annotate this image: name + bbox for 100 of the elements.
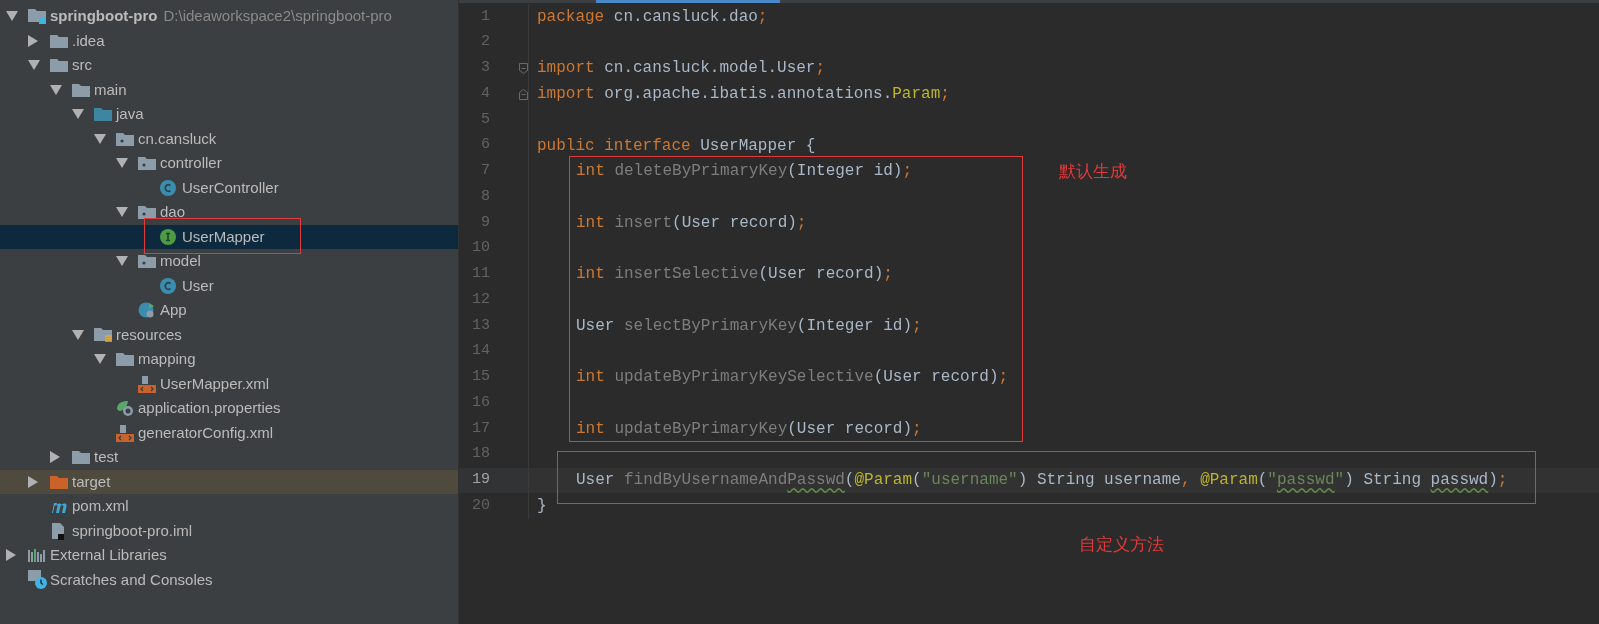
expanded-arrow-icon[interactable] — [116, 158, 128, 169]
selected-tree-row[interactable]: UserMapper — [0, 224, 458, 249]
line-number: 18 — [471, 444, 490, 465]
fold-marker-icon[interactable] — [518, 62, 528, 74]
tree-row[interactable]: cn.cansluck — [0, 126, 458, 151]
tree-item-label: springboot-pro.iml — [72, 520, 193, 541]
expanded-arrow-icon[interactable] — [94, 354, 106, 365]
code-line: User selectByPrimaryKey(Integer id); — [576, 315, 922, 337]
file-icon — [116, 423, 134, 442]
line-number: 12 — [471, 289, 490, 310]
package-icon — [138, 254, 156, 269]
folder-icon — [50, 33, 68, 48]
tree-item-label: cn.cansluck — [138, 128, 217, 149]
tree-row[interactable]: controller — [0, 151, 458, 176]
line-number: 19 — [471, 470, 490, 491]
tree-row[interactable]: pom.xml — [0, 494, 458, 519]
tree-row[interactable]: main — [0, 77, 458, 102]
tree-row[interactable]: test — [0, 445, 458, 470]
tree-row[interactable]: springboot-pro D:\ideaworkspace2\springboot-pro — [0, 4, 458, 29]
line-number: 4 — [480, 83, 490, 104]
tree-row[interactable]: UserMapper.xml — [0, 371, 458, 396]
tree-item-label: Scratches and Consoles — [50, 569, 213, 590]
annotation-label: 默认生成 — [1059, 160, 1127, 183]
line-number: 13 — [471, 315, 490, 336]
code-line: package cn.cansluck.dao; — [537, 6, 768, 28]
tree-row[interactable]: application.properties — [0, 396, 458, 421]
tree-item-label: target — [72, 471, 111, 492]
folder-icon — [94, 107, 112, 122]
expanded-arrow-icon[interactable] — [94, 133, 106, 144]
leaf-icon — [116, 399, 134, 418]
tree-row[interactable]: src — [0, 53, 458, 78]
folder-icon — [50, 58, 68, 73]
tree-item-label: application.properties — [138, 398, 281, 418]
class-icon — [160, 277, 176, 294]
expanded-arrow-icon[interactable] — [6, 11, 18, 22]
expanded-arrow-icon[interactable] — [116, 256, 128, 267]
tree-row[interactable]: External Libraries — [0, 543, 458, 568]
line-number: 5 — [480, 109, 490, 130]
folder-icon — [116, 352, 134, 367]
fold-marker-icon[interactable] — [518, 88, 528, 100]
class-icon — [138, 301, 156, 320]
line-number: 14 — [471, 341, 490, 362]
tree-row[interactable]: .idea — [0, 28, 458, 53]
tree-item-label: .idea — [72, 30, 105, 51]
expanded-arrow-icon[interactable] — [72, 109, 84, 120]
code-line: User findByUsernameAndPasswd(@Param("username") String username, @Param("passwd") String passwd); — [576, 470, 1508, 492]
package-icon — [116, 131, 134, 146]
tree-row[interactable]: springboot-pro.iml — [0, 518, 458, 543]
collapsed-arrow-icon[interactable] — [6, 549, 16, 562]
tree-row[interactable]: UserController — [0, 175, 458, 200]
tree-item-label: mapping — [138, 349, 196, 369]
expanded-arrow-icon[interactable] — [50, 84, 62, 95]
line-number: 9 — [480, 212, 490, 233]
line-number: 10 — [471, 238, 490, 259]
line-number: 16 — [471, 392, 490, 413]
tree-row[interactable]: model — [0, 249, 458, 274]
library-icon — [28, 547, 46, 564]
tree-row[interactable]: java — [0, 102, 458, 127]
excluded-tree-row[interactable]: target — [0, 469, 458, 494]
line-number: 11 — [471, 264, 490, 285]
line-number: 20 — [471, 495, 490, 516]
expanded-arrow-icon[interactable] — [28, 60, 40, 71]
line-number: 15 — [471, 367, 490, 388]
tree-row[interactable]: App — [0, 298, 458, 323]
code-line: int insert(User record); — [576, 212, 807, 234]
line-number: 6 — [480, 135, 490, 156]
line-number: 8 — [480, 186, 490, 207]
code-line: import org.apache.ibatis.annotations.Param; — [537, 84, 950, 106]
tree-item-label: UserMapper — [182, 226, 265, 247]
folder-icon — [28, 8, 46, 25]
package-icon — [138, 156, 156, 171]
folder-icon — [72, 450, 90, 465]
interface-icon — [160, 228, 176, 245]
tree-item-label: App — [160, 300, 187, 320]
tree-item-label: test — [94, 447, 119, 467]
tree-row[interactable]: User — [0, 273, 458, 298]
annotation-label: 自定义方法 — [1079, 533, 1164, 556]
code-line: int deleteByPrimaryKey(Integer id); — [576, 161, 913, 183]
expanded-arrow-icon[interactable] — [116, 207, 128, 218]
tree-row[interactable]: Scratches and Consoles — [0, 567, 458, 592]
code-line: import cn.cansluck.model.User; — [537, 58, 826, 80]
tree-row[interactable]: dao — [0, 200, 458, 225]
line-number: 3 — [480, 58, 490, 79]
file-icon — [138, 374, 156, 393]
tree-item-label: generatorConfig.xml — [138, 422, 274, 443]
tree-item-label: resources — [116, 324, 182, 345]
code-line: int updateByPrimaryKey(User record); — [576, 418, 922, 440]
collapsed-arrow-icon[interactable] — [28, 475, 38, 488]
tree-row[interactable]: mapping — [0, 347, 458, 372]
tree-row[interactable]: resources — [0, 322, 458, 347]
tree-row[interactable]: generatorConfig.xml — [0, 420, 458, 445]
line-number: 17 — [471, 418, 490, 439]
line-number: 2 — [480, 32, 490, 53]
collapsed-arrow-icon[interactable] — [28, 34, 38, 47]
expanded-arrow-icon[interactable] — [72, 329, 84, 340]
collapsed-arrow-icon[interactable] — [50, 451, 60, 464]
tree-item-label: dao — [160, 202, 186, 222]
tree-item-label: controller — [160, 153, 222, 173]
folder-icon — [94, 326, 112, 343]
clock-icon — [28, 569, 48, 590]
